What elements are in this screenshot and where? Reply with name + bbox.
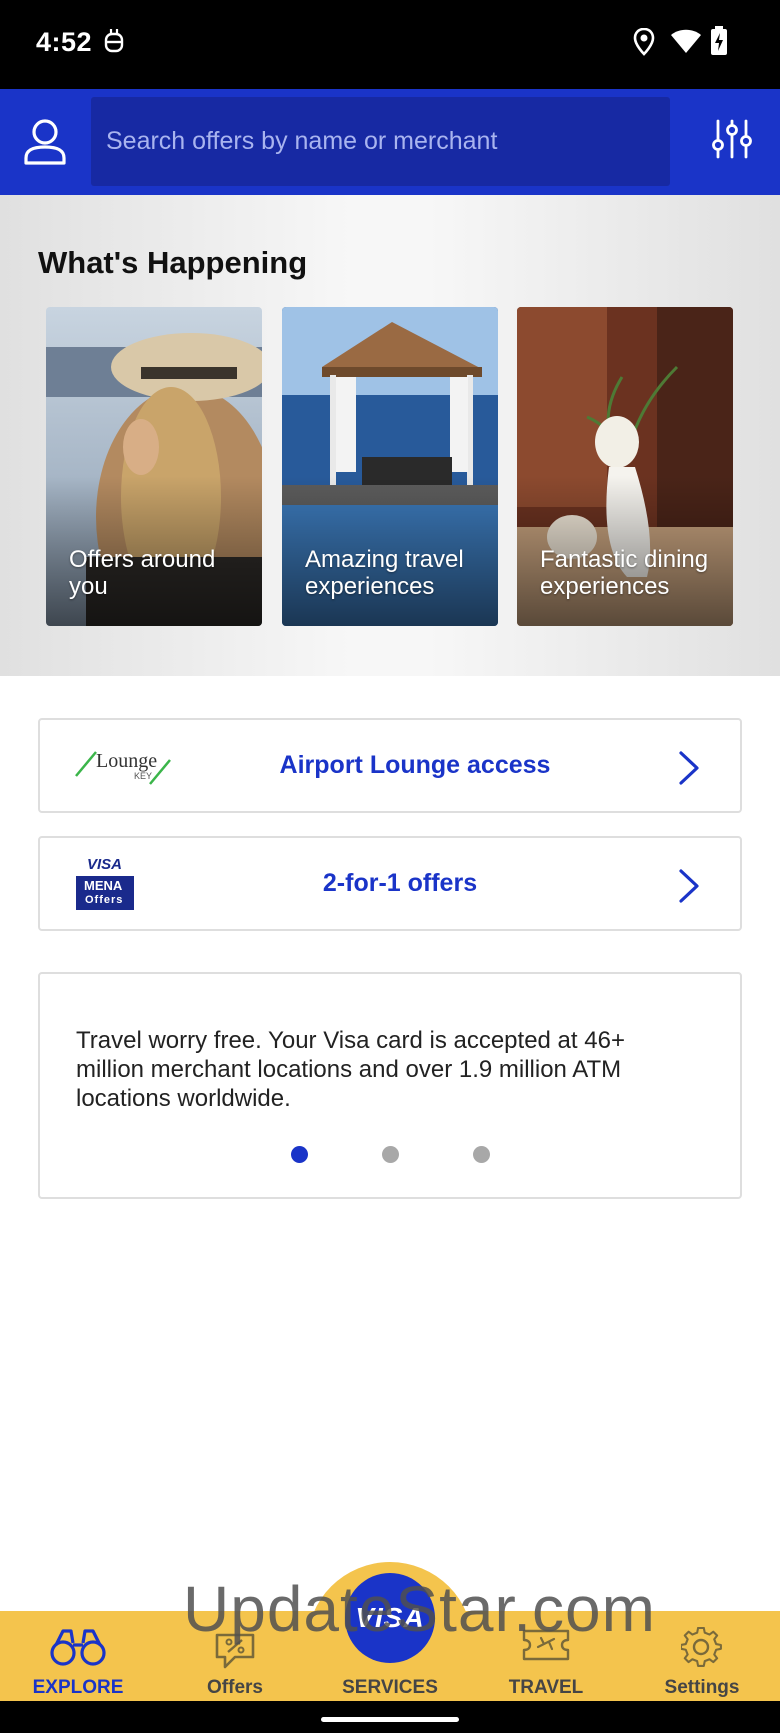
location-icon [633, 27, 655, 61]
plane-ticket-icon [522, 1629, 570, 1661]
card-offers-around-you[interactable]: Offers around you [46, 307, 262, 626]
airport-lounge-link[interactable]: Lounge KEY Airport Lounge access [38, 718, 742, 813]
card-amazing-travel[interactable]: Amazing travel experiences [282, 307, 498, 626]
filter-sliders-icon[interactable] [712, 119, 756, 163]
gesture-bar [0, 1701, 780, 1733]
card-label: Amazing travel experiences [305, 546, 464, 600]
section-title: What's Happening [38, 245, 308, 280]
nav-offers[interactable]: Offers [165, 1611, 305, 1701]
nav-label: SERVICES [342, 1677, 438, 1698]
info-carousel-card[interactable]: Travel worry free. Your Visa card is acc… [38, 972, 742, 1199]
status-bar: 4:52 [0, 0, 780, 89]
search-input[interactable] [91, 97, 670, 186]
wifi-icon [670, 28, 702, 59]
chevron-right-icon [679, 751, 699, 785]
chevron-right-icon [679, 869, 699, 903]
nav-label: EXPLORE [32, 1677, 124, 1698]
nav-label: TRAVEL [508, 1677, 584, 1698]
card-fantastic-dining[interactable]: Fantastic dining experiences [517, 307, 733, 626]
binoculars-icon [50, 1629, 106, 1666]
nav-label: Offers [207, 1677, 263, 1698]
robot-icon [104, 28, 124, 59]
card-label: Fantastic dining experiences [540, 546, 709, 600]
nav-settings[interactable]: Settings [632, 1611, 772, 1701]
profile-icon[interactable] [22, 117, 68, 167]
nav-travel[interactable]: TRAVEL [476, 1611, 616, 1701]
link-label: Airport Lounge access [279, 751, 551, 779]
whats-happening-section: What's Happening Offers around you Amazi… [0, 195, 780, 676]
carousel-dot-2[interactable] [382, 1146, 399, 1163]
link-label: 2-for-1 offers [322, 869, 478, 897]
search-box [91, 97, 670, 186]
nav-services[interactable]: SERVICES [320, 1611, 460, 1701]
percent-tag-icon [215, 1633, 255, 1669]
battery-charging-icon [710, 26, 728, 61]
home-gesture-handle[interactable] [321, 1717, 459, 1722]
top-app-bar [0, 89, 780, 195]
nav-explore[interactable]: EXPLORE [8, 1611, 148, 1701]
info-text: Travel worry free. Your Visa card is acc… [76, 1027, 625, 1112]
status-time: 4:52 [36, 27, 93, 57]
carousel-dot-3[interactable] [473, 1146, 490, 1163]
gear-icon [681, 1627, 722, 1667]
carousel-dot-1[interactable] [291, 1146, 308, 1163]
two-for-one-offers-link[interactable]: VISA MENA Offers 2-for-1 offers [38, 836, 742, 931]
card-label: Offers around you [69, 546, 216, 600]
nav-label: Settings [664, 1677, 740, 1698]
